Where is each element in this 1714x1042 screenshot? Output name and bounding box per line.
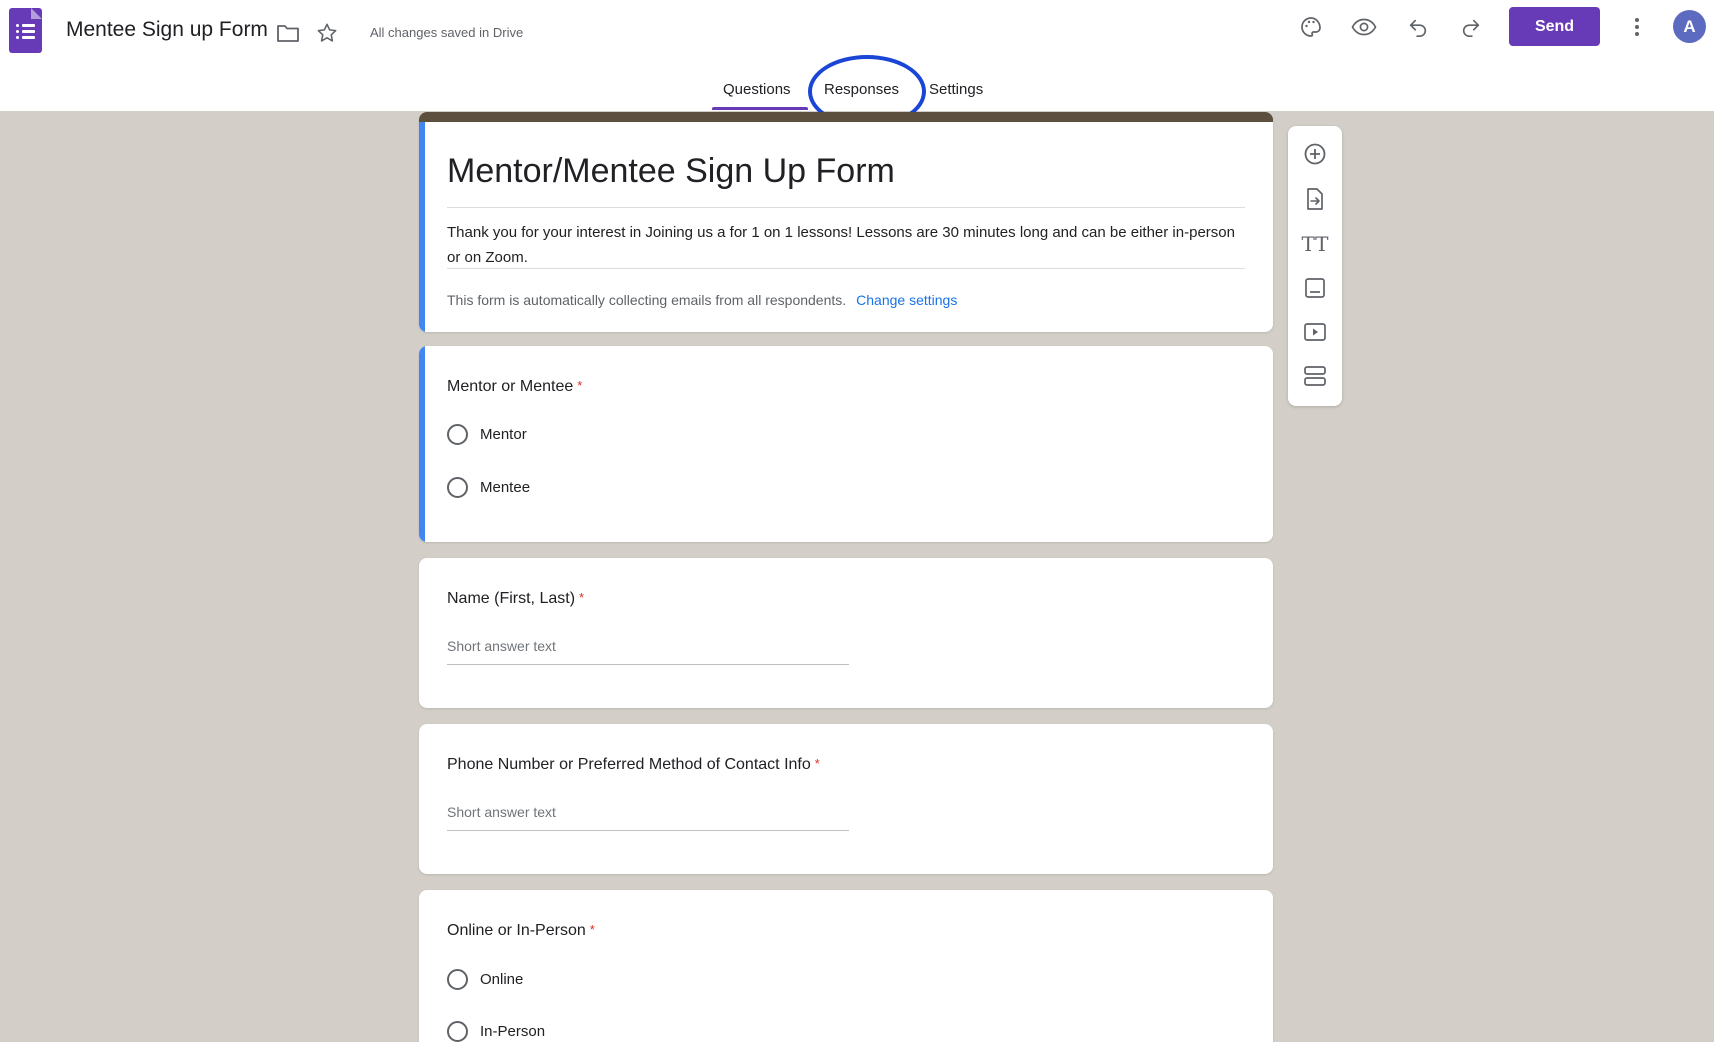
radio-button[interactable] [447,968,468,990]
avatar[interactable]: A [1673,10,1706,43]
add-question-icon[interactable] [1301,140,1329,168]
active-tab-indicator [712,107,808,110]
more-vert-icon[interactable] [1622,12,1652,42]
question-title: Mentor or Mentee * [447,378,583,395]
star-icon[interactable] [314,20,340,46]
send-button[interactable]: Send [1509,7,1600,46]
short-answer-field[interactable]: Short answer text [447,804,849,831]
radio-option[interactable]: Mentor [447,422,527,446]
question-card[interactable]: Phone Number or Preferred Method of Cont… [419,724,1273,874]
document-title[interactable]: Mentee Sign up Form [66,18,268,42]
question-card[interactable]: Name (First, Last) * Short answer text [419,558,1273,708]
change-settings-link[interactable]: Change settings [856,292,957,308]
active-card-indicator [419,122,425,332]
radio-option[interactable]: In-Person [447,1019,545,1042]
folder-icon[interactable] [275,20,301,46]
question-card[interactable]: Mentor or Mentee * Mentor Mentee [419,346,1273,542]
email-collection-note: This form is automatically collecting em… [447,292,957,308]
add-section-icon[interactable] [1301,362,1329,390]
add-video-icon[interactable] [1301,318,1329,346]
import-questions-icon[interactable] [1301,185,1329,213]
palette-icon[interactable] [1296,12,1326,42]
undo-icon[interactable] [1403,12,1433,42]
email-collection-text: This form is automatically collecting em… [447,292,847,308]
eye-icon[interactable] [1349,12,1379,42]
forms-logo-icon[interactable] [9,8,42,53]
question-title: Name (First, Last) * [447,590,585,607]
option-label: In-Person [480,1022,546,1040]
save-status: All changes saved in Drive [370,25,524,40]
short-answer-field[interactable]: Short answer text [447,638,849,665]
redo-icon[interactable] [1456,12,1486,42]
option-label: Online [480,970,524,988]
active-card-indicator [419,346,425,542]
tab-settings[interactable]: Settings [929,81,983,98]
divider [447,207,1245,208]
add-title-icon[interactable]: TT [1301,230,1329,258]
radio-button[interactable] [447,1020,468,1042]
required-marker: * [577,378,583,393]
radio-button[interactable] [447,476,468,498]
question-card[interactable]: Online or In-Person * Online In-Person [419,890,1273,1042]
required-marker: * [589,922,595,937]
required-marker: * [814,756,820,771]
form-description[interactable]: Thank you for your interest in Joining u… [447,220,1247,270]
tab-questions[interactable]: Questions [723,81,791,98]
option-label: Mentor [480,425,527,443]
divider [447,268,1245,269]
add-image-icon[interactable] [1301,274,1329,302]
required-marker: * [579,590,585,605]
question-title: Online or In-Person * [447,922,595,939]
form-header-card[interactable]: Mentor/Mentee Sign Up Form Thank you for… [419,112,1273,332]
form-title[interactable]: Mentor/Mentee Sign Up Form [447,152,895,191]
radio-button[interactable] [447,423,468,445]
option-label: Mentee [480,478,531,496]
question-title: Phone Number or Preferred Method of Cont… [447,756,820,773]
question-toolbar: TT [1288,126,1342,406]
radio-option[interactable]: Mentee [447,475,530,499]
radio-option[interactable]: Online [447,967,523,991]
